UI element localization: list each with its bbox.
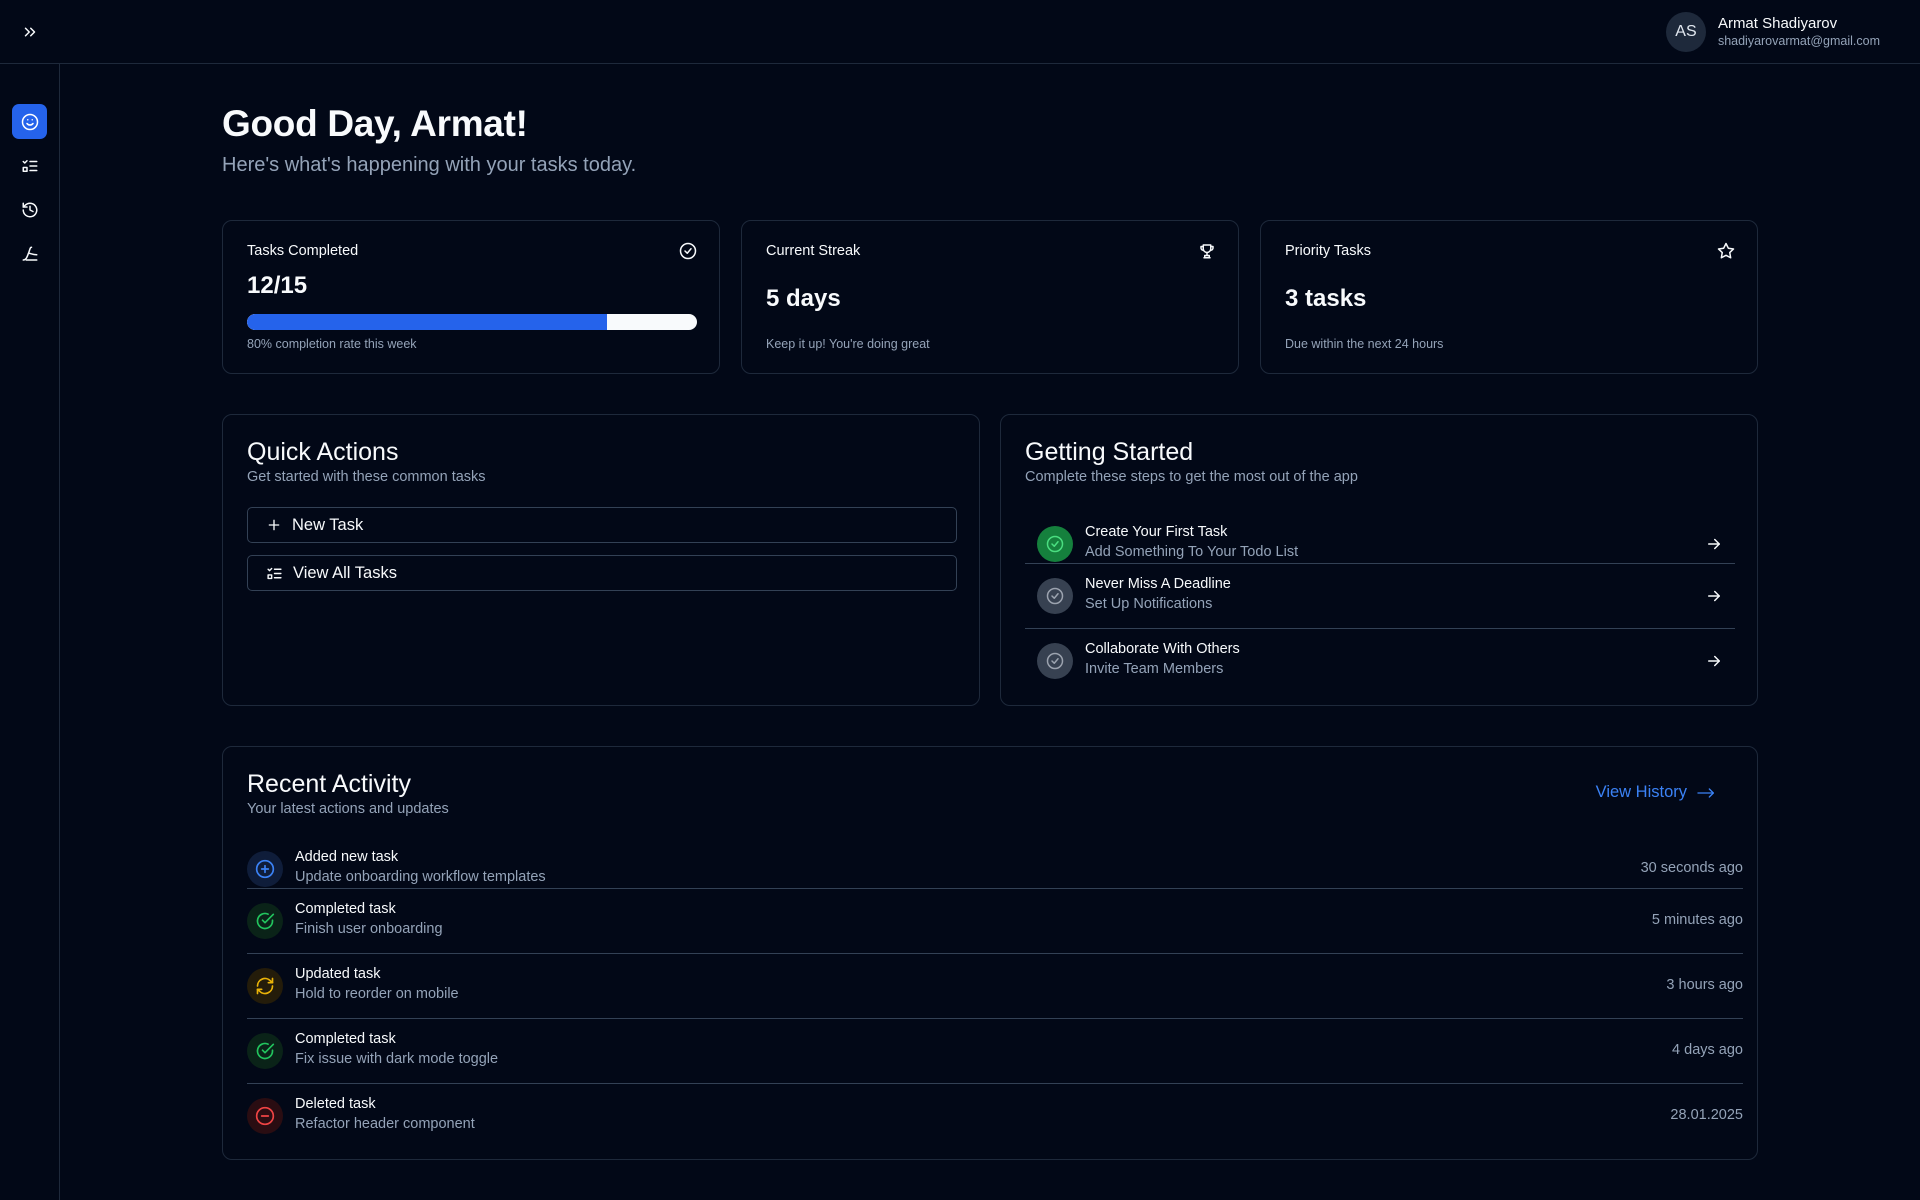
activity-title: Added new task	[295, 849, 399, 865]
quick-actions-card: Quick Actions Get started with these com…	[222, 414, 980, 706]
check-circle-icon	[1046, 587, 1064, 605]
activity-row[interactable]: Updated task Hold to reorder on mobile 3…	[247, 953, 1743, 1018]
expand-sidebar-button[interactable]	[14, 17, 46, 47]
stat-title: Tasks Completed	[247, 243, 359, 259]
stat-title: Current Streak	[766, 243, 861, 259]
activity-row[interactable]: Deleted task Refactor header component 2…	[247, 1083, 1743, 1148]
button-label: New Task	[292, 515, 364, 534]
section-title: Getting Started	[1025, 438, 1194, 466]
current-streak-card: Current Streak 5 days Keep it up! You're…	[741, 220, 1239, 374]
list-checks-icon	[22, 159, 37, 172]
activity-icon	[247, 903, 283, 939]
tasks-completed-card: Tasks Completed 12/15 80% completion rat…	[222, 220, 720, 374]
arrow-right-icon	[1697, 787, 1714, 798]
activity-icon	[247, 851, 283, 887]
button-label: View All Tasks	[293, 563, 397, 582]
avatar[interactable]: AS	[1665, 12, 1706, 52]
stat-note: 80% completion rate this week	[247, 337, 417, 351]
progress-fill	[247, 314, 607, 330]
sidebar-item-history[interactable]	[12, 192, 47, 227]
top-bar: AS Armat Shadiyarov shadiyarovarmat@gmai…	[0, 0, 1920, 64]
recent-activity-card: Recent Activity Your latest actions and …	[222, 746, 1758, 1160]
activity-time: 4 days ago	[1672, 1042, 1743, 1058]
chart-icon	[22, 246, 37, 261]
activity-description: Fix issue with dark mode toggle	[295, 1051, 499, 1067]
stat-title: Priority Tasks	[1285, 243, 1371, 259]
sidebar-item-tasks[interactable]	[12, 148, 47, 183]
activity-description: Hold to reorder on mobile	[295, 986, 459, 1002]
completion-progress-bar	[247, 314, 697, 330]
plus-circle-icon	[255, 859, 275, 879]
chevrons-right-icon	[24, 27, 36, 37]
trophy-icon	[1200, 244, 1214, 259]
arrow-right-icon	[1708, 538, 1720, 550]
step-status-badge	[1037, 526, 1073, 562]
user-profile[interactable]: AS Armat Shadiyarov shadiyarovarmat@gmai…	[1665, 12, 1880, 52]
activity-time: 28.01.2025	[1670, 1107, 1743, 1123]
step-status-badge	[1037, 643, 1073, 679]
step-description: Set Up Notifications	[1085, 596, 1213, 612]
smile-icon	[21, 113, 38, 130]
view-history-link[interactable]: View History	[1596, 783, 1717, 802]
activity-description: Finish user onboarding	[295, 921, 443, 937]
stat-note: Keep it up! You're doing great	[766, 337, 930, 351]
plus-icon	[268, 519, 280, 531]
getting-started-step[interactable]: Collaborate With Others Invite Team Memb…	[1025, 628, 1735, 693]
stat-value: 5 days	[766, 285, 841, 312]
section-title: Recent Activity	[247, 770, 411, 798]
step-description: Add Something To Your Todo List	[1085, 544, 1299, 560]
step-title: Collaborate With Others	[1085, 641, 1240, 657]
getting-started-card: Getting Started Complete these steps to …	[1000, 414, 1758, 706]
stat-note: Due within the next 24 hours	[1285, 337, 1444, 351]
step-title: Create Your First Task	[1085, 524, 1228, 540]
section-subtitle: Your latest actions and updates	[247, 801, 449, 817]
page-title: Good Day, Armat!	[222, 103, 528, 144]
view-history-label: View History	[1595, 783, 1687, 801]
user-name: Armat Shadiyarov	[1717, 15, 1838, 32]
stat-value: 12/15	[247, 272, 308, 299]
activity-icon	[247, 968, 283, 1004]
refresh-icon	[256, 977, 274, 995]
list-checks-icon	[267, 567, 282, 579]
section-subtitle: Complete these steps to get the most out…	[1025, 469, 1358, 485]
stat-value: 3 tasks	[1285, 285, 1367, 312]
activity-time: 3 hours ago	[1666, 977, 1743, 993]
activity-time: 5 minutes ago	[1651, 912, 1743, 928]
activity-time: 30 seconds ago	[1640, 860, 1743, 876]
check-circle-icon	[1046, 535, 1064, 553]
activity-title: Completed task	[295, 1031, 396, 1047]
activity-title: Updated task	[295, 966, 381, 982]
getting-started-step[interactable]: Never Miss A Deadline Set Up Notificatio…	[1025, 563, 1735, 628]
sidebar-item-analytics[interactable]	[12, 236, 47, 271]
activity-icon	[247, 1098, 283, 1134]
step-title: Never Miss A Deadline	[1085, 576, 1231, 592]
page-subtitle: Here's what's happening with your tasks …	[222, 154, 637, 176]
sidebar	[0, 64, 60, 1200]
arrow-right-icon	[1708, 655, 1720, 667]
view-all-tasks-button[interactable]: View All Tasks	[247, 555, 957, 591]
activity-icon	[247, 1033, 283, 1069]
section-subtitle: Get started with these common tasks	[247, 469, 486, 485]
new-task-button[interactable]: New Task	[247, 507, 957, 543]
activity-description: Update onboarding workflow templates	[295, 869, 546, 885]
star-icon	[1717, 242, 1735, 259]
step-description: Invite Team Members	[1085, 661, 1224, 677]
sidebar-item-dashboard[interactable]	[12, 104, 47, 139]
activity-row[interactable]: Completed task Finish user onboarding 5 …	[247, 888, 1743, 953]
activity-title: Deleted task	[295, 1096, 376, 1112]
minus-circle-icon	[255, 1106, 275, 1126]
check-circle-icon	[256, 1042, 275, 1060]
arrow-right-icon	[1708, 590, 1720, 602]
check-circle-icon	[256, 912, 275, 930]
activity-title: Completed task	[295, 901, 396, 917]
check-circle-icon	[1046, 652, 1064, 670]
step-status-badge	[1037, 578, 1073, 614]
user-email: shadiyarovarmat@gmail.com	[1717, 34, 1880, 48]
activity-description: Refactor header component	[295, 1116, 475, 1132]
activity-row[interactable]: Completed task Fix issue with dark mode …	[247, 1018, 1743, 1083]
history-icon	[22, 202, 37, 217]
check-circle-icon	[679, 242, 697, 260]
priority-tasks-card: Priority Tasks 3 tasks Due within the ne…	[1260, 220, 1758, 374]
section-title: Quick Actions	[247, 438, 399, 466]
